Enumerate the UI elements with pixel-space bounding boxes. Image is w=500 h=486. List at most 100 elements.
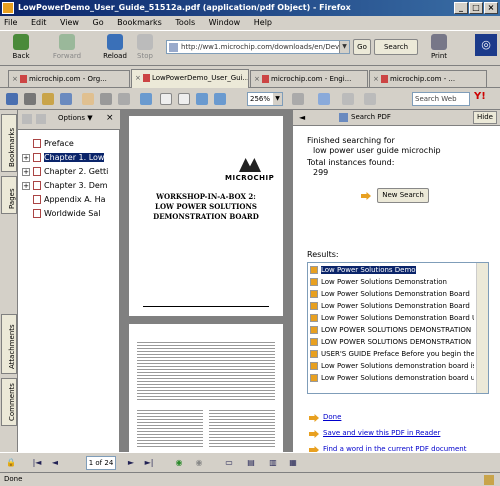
last-page-icon[interactable]: ►| bbox=[142, 456, 156, 470]
result-item[interactable]: Low Power Solutions Demonstration bbox=[310, 277, 474, 288]
results-scrollbar[interactable] bbox=[476, 263, 488, 393]
close-panel-icon[interactable]: × bbox=[106, 113, 114, 123]
previous-page-icon[interactable]: ◄ bbox=[48, 456, 62, 470]
next-page-icon[interactable]: ► bbox=[124, 456, 138, 470]
yahoo-search-icon[interactable]: Y! bbox=[474, 91, 490, 107]
save-in-reader-link[interactable]: Save and view this PDF in Reader bbox=[323, 429, 440, 437]
menu-tools[interactable]: Tools bbox=[175, 18, 195, 27]
url-dropdown-icon[interactable]: ▼ bbox=[339, 41, 349, 53]
result-item[interactable]: Low Power Solutions Demonstration Board … bbox=[310, 313, 474, 324]
tab-4[interactable]: × microchip.com - ... bbox=[369, 70, 487, 87]
new-bookmark-icon[interactable] bbox=[36, 114, 46, 124]
menu-window[interactable]: Window bbox=[209, 18, 241, 27]
search-button[interactable]: Search bbox=[374, 39, 418, 55]
comments-tab[interactable]: Comments bbox=[1, 378, 17, 426]
result-item[interactable]: Low Power Solutions Demonstration Board bbox=[310, 289, 474, 300]
hide-button[interactable]: Hide bbox=[473, 111, 497, 124]
rotate-icon[interactable] bbox=[290, 91, 306, 107]
page-number-field[interactable]: 1 of 24 bbox=[86, 456, 116, 470]
bookmark-item[interactable]: Appendix A. Ha bbox=[22, 194, 106, 205]
previous-view-icon[interactable]: ◉ bbox=[172, 456, 186, 470]
sign-icon[interactable] bbox=[340, 91, 356, 107]
expand-icon[interactable]: + bbox=[22, 167, 30, 176]
next-view-icon[interactable]: ◉ bbox=[192, 456, 206, 470]
tab-1[interactable]: × microchip.com - Org... bbox=[8, 70, 130, 87]
forward-button[interactable]: Forward bbox=[52, 34, 82, 60]
email-icon[interactable] bbox=[40, 91, 56, 107]
continuous-icon[interactable]: ▤ bbox=[244, 456, 258, 470]
print-button[interactable]: Print bbox=[424, 34, 454, 60]
result-icon bbox=[310, 374, 318, 382]
pdf-icon bbox=[381, 75, 388, 83]
arrow-icon bbox=[309, 430, 319, 438]
close-button[interactable]: × bbox=[484, 2, 498, 14]
hand-tool-icon[interactable] bbox=[80, 91, 96, 107]
result-item[interactable]: USER'S GUIDE Preface Before you begin th… bbox=[310, 349, 474, 360]
expand-icon[interactable]: + bbox=[22, 181, 30, 190]
tab-close-icon[interactable]: × bbox=[254, 75, 262, 83]
document-title: WORKSHOP-IN-A-BOX 2: LOW POWER SOLUTIONS… bbox=[129, 192, 283, 222]
facing-icon[interactable]: ▥ bbox=[266, 456, 280, 470]
page-icon[interactable] bbox=[158, 91, 174, 107]
done-link[interactable]: Done bbox=[323, 413, 341, 421]
menu-file[interactable]: File bbox=[4, 18, 17, 27]
new-search-button[interactable]: New Search bbox=[377, 188, 429, 203]
result-item[interactable]: Low Power Solutions demonstration board … bbox=[310, 373, 474, 384]
menu-help[interactable]: Help bbox=[254, 18, 272, 27]
options-menu[interactable]: Options ▼ bbox=[58, 114, 93, 122]
bookmark-item[interactable]: + Chapter 2. Getti bbox=[22, 166, 108, 177]
tab-close-icon[interactable]: × bbox=[373, 75, 381, 83]
expand-icon[interactable]: + bbox=[22, 153, 30, 162]
url-field[interactable]: http://ww1.microchip.com/downloads/en/De… bbox=[166, 40, 350, 54]
result-item[interactable]: Low Power Solutions demonstration board … bbox=[310, 361, 474, 372]
single-page-icon[interactable]: ▭ bbox=[222, 456, 236, 470]
result-item[interactable]: Low Power Solutions Demonstration Board bbox=[310, 301, 474, 312]
minimize-button[interactable]: _ bbox=[454, 2, 468, 14]
bookmark-item[interactable]: Preface bbox=[22, 138, 74, 149]
result-icon bbox=[310, 266, 318, 274]
zoom-out-icon[interactable] bbox=[194, 91, 210, 107]
tab-close-icon[interactable]: × bbox=[135, 74, 143, 82]
bookmark-item[interactable]: + Chapter 3. Dem bbox=[22, 180, 108, 191]
find-icon[interactable] bbox=[58, 91, 74, 107]
menu-go[interactable]: Go bbox=[93, 18, 104, 27]
fit-width-icon[interactable] bbox=[176, 91, 192, 107]
print-icon[interactable] bbox=[22, 91, 38, 107]
menu-bookmarks[interactable]: Bookmarks bbox=[117, 18, 162, 27]
search-web-input[interactable]: Search Web bbox=[412, 92, 470, 106]
bookmark-item[interactable]: Worldwide Sal bbox=[22, 208, 100, 219]
select-text-icon[interactable] bbox=[98, 91, 114, 107]
attachments-tab[interactable]: Attachments bbox=[1, 314, 17, 374]
pages-tab[interactable]: Pages bbox=[1, 176, 17, 214]
bookmark-item[interactable]: + Chapter 1. Low bbox=[22, 152, 105, 163]
document-view[interactable]: MICROCHIP WORKSHOP-IN-A-BOX 2: LOW POWER… bbox=[120, 110, 292, 452]
continuous-facing-icon[interactable]: ▦ bbox=[286, 456, 300, 470]
menu-view[interactable]: View bbox=[60, 18, 79, 27]
first-page-icon[interactable]: |◄ bbox=[30, 456, 44, 470]
delete-bookmark-icon[interactable] bbox=[22, 114, 32, 124]
maximize-button[interactable]: □ bbox=[469, 2, 483, 14]
result-item[interactable]: LOW POWER SOLUTIONS DEMONSTRATION bbox=[310, 325, 474, 336]
result-item[interactable]: Low Power Solutions Demo bbox=[310, 265, 474, 276]
back-arrow-icon[interactable]: ◄ bbox=[299, 113, 305, 122]
tab-2[interactable]: × LowPowerDemo_User_Gui... bbox=[131, 69, 249, 88]
result-item[interactable]: LOW POWER SOLUTIONS DEMONSTRATION bbox=[310, 337, 474, 348]
menu-edit[interactable]: Edit bbox=[31, 18, 47, 27]
help-icon[interactable] bbox=[362, 91, 378, 107]
go-button[interactable]: Go bbox=[353, 39, 371, 55]
snapshot-icon[interactable] bbox=[116, 91, 132, 107]
stop-button[interactable]: Stop bbox=[130, 34, 160, 60]
tab-3[interactable]: × microchip.com - Engi... bbox=[250, 70, 368, 87]
save-icon[interactable] bbox=[4, 91, 20, 107]
tab-close-icon[interactable]: × bbox=[12, 75, 20, 83]
zoom-in-icon[interactable] bbox=[138, 91, 154, 107]
search-panel-header: ◄ Search PDF Hide bbox=[293, 110, 500, 126]
bookmarks-tab[interactable]: Bookmarks bbox=[1, 114, 17, 172]
back-button[interactable]: Back bbox=[6, 34, 36, 60]
tasks-icon[interactable] bbox=[316, 91, 332, 107]
results-list[interactable]: Low Power Solutions Demo Low Power Solut… bbox=[307, 262, 489, 394]
search-pdf-panel: ◄ Search PDF Hide Finished searching for… bbox=[292, 110, 500, 454]
zoom-in-plus-icon[interactable] bbox=[212, 91, 228, 107]
zoom-select[interactable]: 256% ▼ bbox=[247, 92, 283, 106]
reload-button[interactable]: Reload bbox=[100, 34, 130, 60]
